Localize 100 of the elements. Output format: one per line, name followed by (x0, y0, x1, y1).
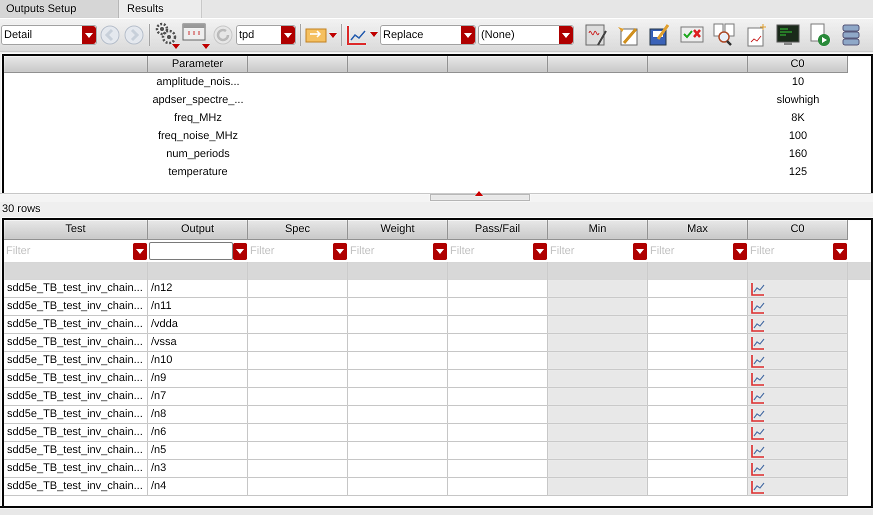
caret-icon (836, 248, 844, 254)
plot-icon[interactable] (751, 480, 765, 494)
output-name: /n7 (148, 388, 248, 406)
plot-icon[interactable] (751, 390, 765, 404)
parameter-name: freq_noise_MHz (156, 129, 240, 144)
column-header[interactable]: Parameter (148, 56, 248, 73)
parameter-name: apdser_spectre_... (151, 93, 245, 108)
test-name: sdd5e_TB_test_inv_chain... (4, 316, 148, 334)
waveform-window-icon[interactable] (584, 23, 608, 47)
caret-icon (85, 32, 93, 38)
parameter-value: 8K (790, 111, 806, 126)
run-document-icon[interactable] (808, 23, 832, 47)
caret-icon (536, 248, 544, 254)
filter-dropdown-button[interactable] (533, 242, 547, 260)
test-name: sdd5e_TB_test_inv_chain... (4, 280, 148, 298)
test-name: sdd5e_TB_test_inv_chain... (4, 424, 148, 442)
output-name: /n6 (148, 424, 248, 442)
plot-icon[interactable] (751, 408, 765, 422)
parameter-name: freq_MHz (173, 111, 223, 126)
column-header[interactable]: Weight (348, 220, 448, 240)
column-header[interactable]: C0 (748, 56, 848, 73)
column-header[interactable]: Min (548, 220, 648, 240)
dropdown[interactable]: Detail (1, 25, 97, 45)
filter-dropdown-button[interactable] (833, 242, 847, 260)
column-header[interactable]: Test (4, 220, 148, 240)
parameter-value: 10 (790, 75, 806, 90)
filter-dropdown-button[interactable] (133, 242, 147, 260)
output-name: /n5 (148, 442, 248, 460)
caret-icon (636, 248, 644, 254)
parameter-name: temperature (167, 165, 229, 180)
column-header[interactable]: Max (648, 220, 748, 240)
column-header[interactable] (4, 56, 148, 73)
splitter-handle[interactable] (430, 194, 530, 201)
test-name: sdd5e_TB_test_inv_chain... (4, 442, 148, 460)
plot-icon[interactable] (751, 300, 765, 314)
column-header[interactable]: C0 (748, 220, 848, 240)
output-name: /n12 (148, 280, 248, 298)
caret-icon (464, 32, 472, 38)
plot-icon[interactable] (751, 372, 765, 386)
test-name: sdd5e_TB_test_inv_chain... (4, 352, 148, 370)
column-header[interactable] (548, 56, 648, 73)
filter-dropdown-button[interactable] (333, 242, 347, 260)
save-edit-icon[interactable] (648, 23, 672, 47)
caret-icon (336, 248, 344, 254)
caret-icon (436, 248, 444, 254)
caret-icon (562, 32, 570, 38)
filter-dropdown-button[interactable] (733, 242, 747, 260)
plot-icon[interactable] (751, 354, 765, 368)
parameter-value: 100 (788, 129, 808, 144)
filter-dropdown-button[interactable] (433, 242, 447, 260)
plot-icon[interactable] (751, 282, 765, 296)
parameter-name: amplitude_nois... (155, 75, 241, 90)
test-name: sdd5e_TB_test_inv_chain... (4, 460, 148, 478)
test-name: sdd5e_TB_test_inv_chain... (4, 406, 148, 424)
test-name: sdd5e_TB_test_inv_chain... (4, 478, 148, 496)
window-icon[interactable] (182, 21, 210, 49)
output-name: /n11 (148, 298, 248, 316)
output-name: /n10 (148, 352, 248, 370)
output-name: /vssa (148, 334, 248, 352)
dropdown[interactable]: Replace (380, 25, 476, 45)
filter-field[interactable] (149, 242, 233, 260)
test-name: sdd5e_TB_test_inv_chain... (4, 388, 148, 406)
output-name: /n8 (148, 406, 248, 424)
terminal-icon[interactable] (776, 23, 800, 47)
filter-dropdown-button[interactable] (633, 242, 647, 260)
dropdown[interactable]: (None) (478, 25, 574, 45)
dropdown[interactable]: tpd (236, 25, 296, 45)
output-name: /n3 (148, 460, 248, 478)
filter-dropdown-button[interactable] (233, 242, 247, 260)
test-name: sdd5e_TB_test_inv_chain... (4, 370, 148, 388)
row-count: 30 rows (2, 203, 41, 215)
parameter-name: num_periods (165, 147, 231, 162)
caret-icon (236, 248, 244, 254)
plot-icon[interactable] (751, 336, 765, 350)
tab[interactable]: Outputs Setup (0, 0, 119, 18)
test-name: sdd5e_TB_test_inv_chain... (4, 334, 148, 352)
caret-icon (284, 32, 292, 38)
parameter-value: 160 (788, 147, 808, 162)
column-header[interactable]: Spec (248, 220, 348, 240)
output-name: /n4 (148, 478, 248, 496)
output-name: /n9 (148, 370, 248, 388)
column-header[interactable] (448, 56, 548, 73)
column-header[interactable]: Pass/Fail (448, 220, 548, 240)
column-header[interactable] (348, 56, 448, 73)
column-header[interactable] (648, 56, 748, 73)
plot-icon[interactable] (751, 318, 765, 332)
plot-icon[interactable] (751, 426, 765, 440)
parameter-value: slowhigh (776, 93, 820, 108)
column-header[interactable] (248, 56, 348, 73)
graph-icon[interactable] (346, 24, 378, 46)
document-magnifier-icon[interactable] (712, 23, 736, 47)
gears-icon[interactable] (154, 21, 180, 49)
test-name: sdd5e_TB_test_inv_chain... (4, 298, 148, 316)
plot-icon[interactable] (751, 444, 765, 458)
caret-icon (736, 248, 744, 254)
caret-icon (136, 248, 144, 254)
tab[interactable]: Results (119, 0, 202, 18)
column-header[interactable]: Output (148, 220, 248, 240)
output-name: /vdda (148, 316, 248, 334)
plot-icon[interactable] (751, 462, 765, 476)
